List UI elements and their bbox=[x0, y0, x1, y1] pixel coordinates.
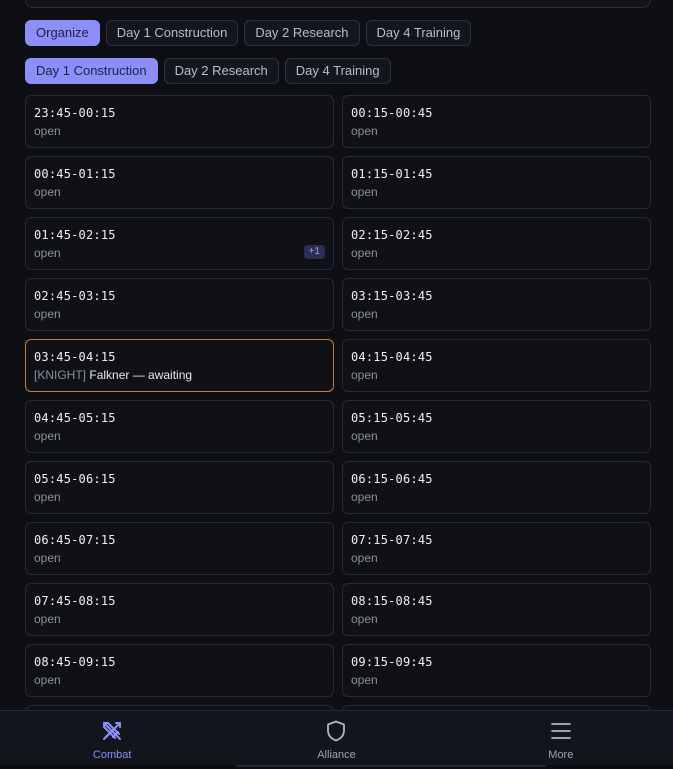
slot-status: open bbox=[351, 490, 378, 504]
nav-more[interactable]: More bbox=[449, 711, 673, 769]
time-slot-card[interactable]: 03:15-03:45 open bbox=[342, 278, 651, 331]
time-slot-card[interactable]: 01:15-01:45 open bbox=[342, 156, 651, 209]
nav-combat-label: Combat bbox=[92, 749, 132, 761]
slot-status: open bbox=[351, 307, 378, 321]
slot-time: 01:45-02:15 bbox=[34, 228, 116, 242]
slot-time: 03:45-04:15 bbox=[34, 350, 116, 364]
slot-status: open bbox=[34, 673, 61, 687]
subtab-day1-construction[interactable]: Day 1 Construction bbox=[25, 58, 158, 84]
time-slot-card[interactable]: 09:15-09:45 open bbox=[342, 644, 651, 697]
slot-time: 23:45-00:15 bbox=[34, 106, 116, 120]
slot-time: 06:45-07:15 bbox=[34, 533, 116, 547]
time-slot-card[interactable]: 04:15-04:45 open bbox=[342, 339, 651, 392]
nav-alliance-label: Alliance bbox=[317, 749, 356, 761]
slot-status: open bbox=[351, 551, 378, 565]
page: Organize Day 1 Construction Day 2 Resear… bbox=[0, 0, 673, 769]
nav-combat[interactable]: Combat bbox=[0, 711, 224, 769]
bottom-navigation: Combat Alliance More bbox=[0, 710, 673, 769]
slot-time: 07:15-07:45 bbox=[351, 533, 433, 547]
slot-time: 08:15-08:45 bbox=[351, 594, 433, 608]
slot-time: 05:15-05:45 bbox=[351, 411, 433, 425]
slot-status: open bbox=[34, 185, 61, 199]
slot-status: open bbox=[34, 551, 61, 565]
time-slot-card[interactable]: 08:45-09:15 open bbox=[25, 644, 334, 697]
time-slot-card[interactable]: 00:45-01:15 open bbox=[25, 156, 334, 209]
slot-time: 07:45-08:15 bbox=[34, 594, 116, 608]
tab-day1-construction[interactable]: Day 1 Construction bbox=[105, 20, 239, 46]
slot-status: open bbox=[351, 612, 378, 626]
time-slot-card[interactable]: 02:15-02:45 open bbox=[342, 217, 651, 270]
subtab-day2-research[interactable]: Day 2 Research bbox=[163, 58, 279, 84]
time-slot-card[interactable]: 07:45-08:15 open bbox=[25, 583, 334, 636]
underlying-content-edge bbox=[236, 765, 546, 767]
bottom-strip bbox=[0, 765, 673, 769]
time-slot-card[interactable]: 02:45-03:15 open bbox=[25, 278, 334, 331]
time-slot-card[interactable]: 06:45-07:15 open bbox=[25, 522, 334, 575]
tab-row-main: Organize Day 1 Construction Day 2 Resear… bbox=[25, 20, 472, 46]
slot-time: 04:45-05:15 bbox=[34, 411, 116, 425]
time-slot-card[interactable]: 05:15-05:45 open bbox=[342, 400, 651, 453]
player-name: Falkner — awaiting bbox=[89, 368, 193, 382]
slot-time: 00:45-01:15 bbox=[34, 167, 116, 181]
extra-count-badge: +1 bbox=[303, 245, 325, 259]
time-slot-card[interactable]: 04:45-05:15 open bbox=[25, 400, 334, 453]
alliance-tag: [KNIGHT] bbox=[34, 368, 87, 382]
slot-time: 08:45-09:15 bbox=[34, 655, 116, 669]
slot-status: open bbox=[34, 612, 61, 626]
slot-status: open bbox=[34, 246, 61, 260]
slot-time: 01:15-01:45 bbox=[351, 167, 433, 181]
slot-status: open bbox=[34, 124, 61, 138]
time-slot-card[interactable]: 06:15-06:45 open bbox=[342, 461, 651, 514]
tab-organize[interactable]: Organize bbox=[25, 20, 100, 46]
time-slot-card[interactable]: 07:15-07:45 open bbox=[342, 522, 651, 575]
slot-status: open bbox=[34, 429, 61, 443]
slot-time: 05:45-06:15 bbox=[34, 472, 116, 486]
slot-time: 03:15-03:45 bbox=[351, 289, 433, 303]
shield-icon bbox=[327, 720, 346, 742]
slot-status: open bbox=[351, 429, 378, 443]
menu-icon bbox=[550, 723, 571, 739]
slot-time: 09:15-09:45 bbox=[351, 655, 433, 669]
nav-alliance[interactable]: Alliance bbox=[224, 711, 448, 769]
slot-status: open bbox=[351, 368, 378, 382]
previous-card-edge bbox=[25, 0, 651, 8]
slot-status: [KNIGHT] Falkner — awaiting bbox=[34, 367, 325, 383]
crossed-swords-icon bbox=[103, 722, 122, 740]
slot-time: 06:15-06:45 bbox=[351, 472, 433, 486]
slot-status: open bbox=[351, 246, 378, 260]
time-slot-card[interactable]: 03:45-04:15 [KNIGHT] Falkner — awaiting bbox=[25, 339, 334, 392]
slot-time: 00:15-00:45 bbox=[351, 106, 433, 120]
time-slot-card[interactable]: 00:15-00:45 open bbox=[342, 95, 651, 148]
time-slot-card[interactable]: 01:45-02:15 open +1 bbox=[25, 217, 334, 270]
tab-row-day: Day 1 Construction Day 2 Research Day 4 … bbox=[25, 58, 391, 84]
nav-more-label: More bbox=[548, 749, 574, 761]
slot-time: 02:45-03:15 bbox=[34, 289, 116, 303]
slot-status: open bbox=[351, 673, 378, 687]
subtab-day4-training[interactable]: Day 4 Training bbox=[284, 58, 391, 84]
time-slot-card[interactable]: 05:45-06:15 open bbox=[25, 461, 334, 514]
slot-time: 04:15-04:45 bbox=[351, 350, 433, 364]
slot-status: open bbox=[34, 307, 61, 321]
tab-day4-training[interactable]: Day 4 Training bbox=[365, 20, 472, 46]
tab-day2-research[interactable]: Day 2 Research bbox=[244, 20, 360, 46]
slot-status: open bbox=[351, 124, 378, 138]
time-slot-card[interactable]: 08:15-08:45 open bbox=[342, 583, 651, 636]
slot-status: open bbox=[34, 490, 61, 504]
slot-status: open bbox=[351, 185, 378, 199]
time-slot-card[interactable]: 23:45-00:15 open bbox=[25, 95, 334, 148]
time-slot-grid: 23:45-00:15 open 00:15-00:45 open 00:45-01:1… bbox=[25, 95, 651, 715]
slot-time: 02:15-02:45 bbox=[351, 228, 433, 242]
